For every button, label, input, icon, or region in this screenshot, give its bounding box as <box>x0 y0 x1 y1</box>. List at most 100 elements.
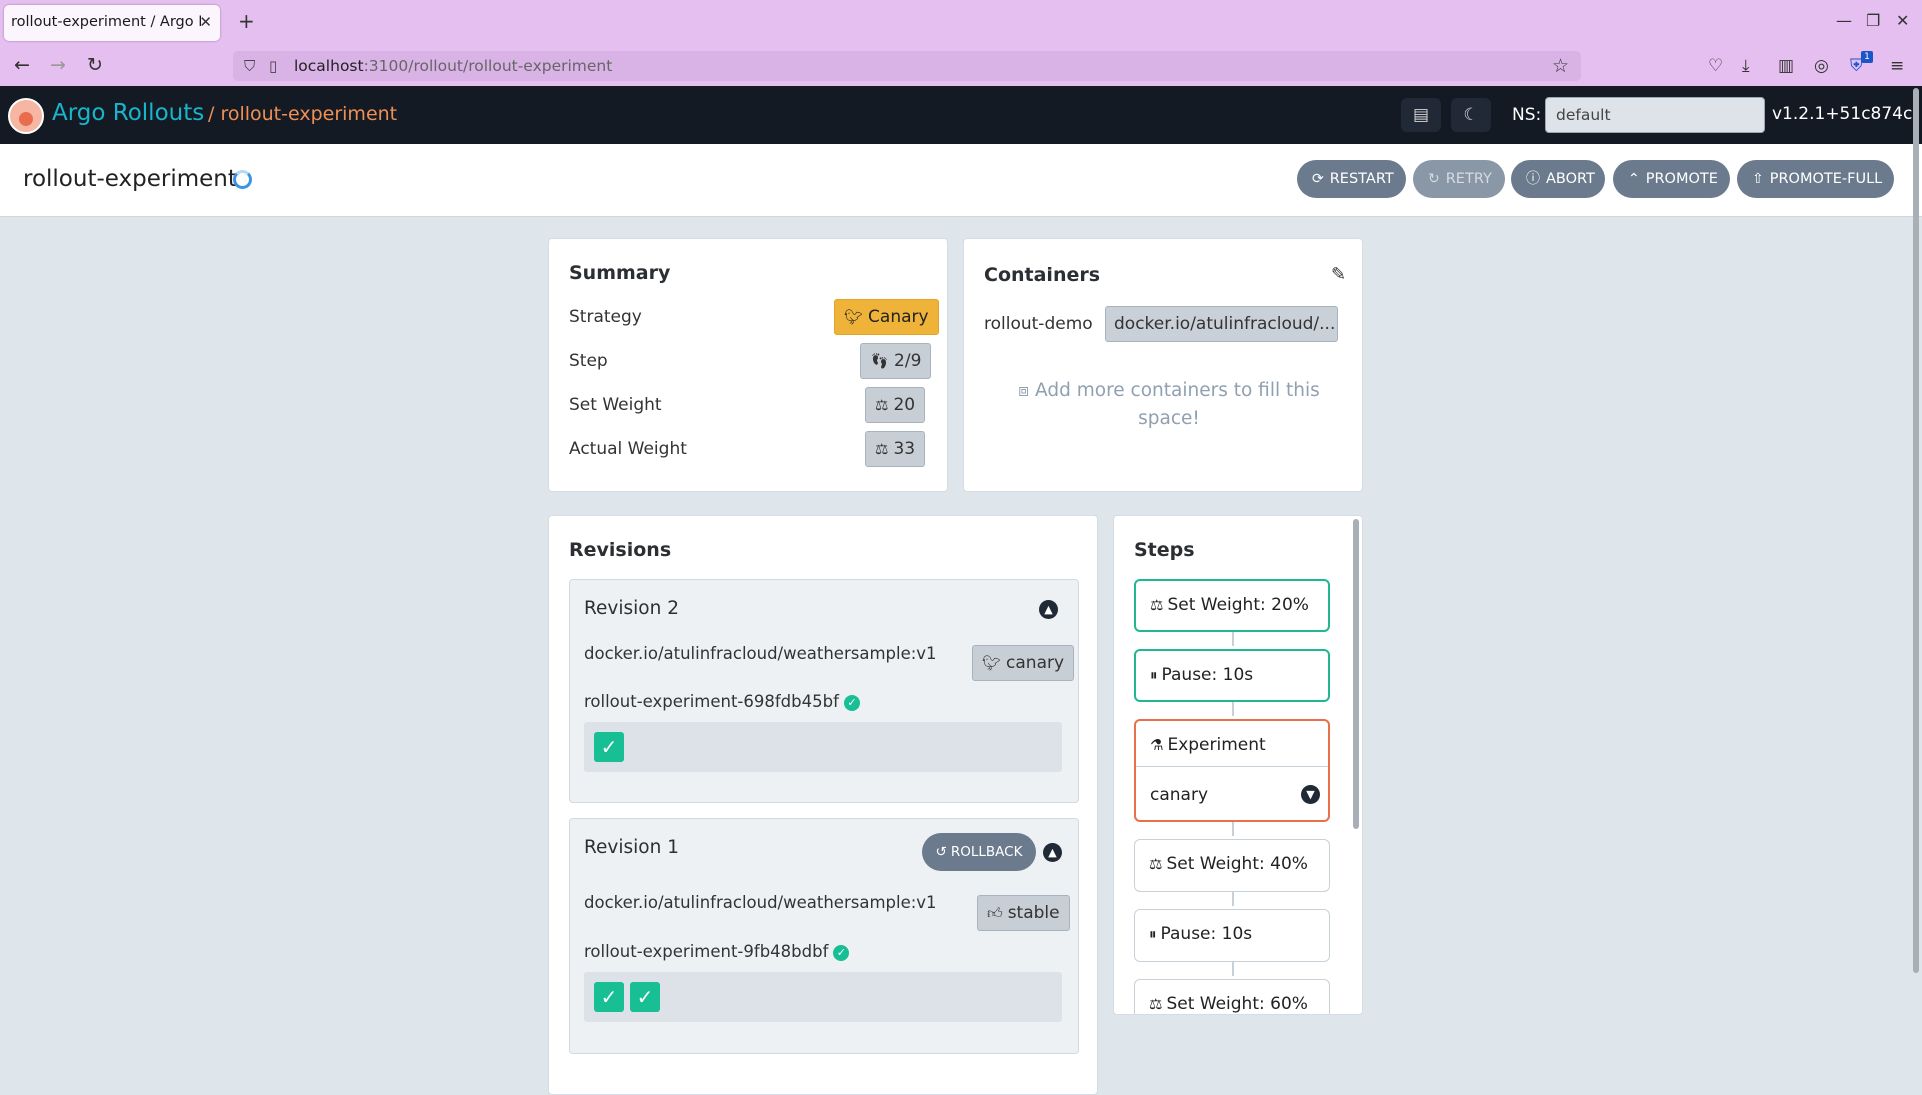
close-tab-icon[interactable]: ✕ <box>199 13 212 31</box>
stable-badge-label: stable <box>1007 903 1060 923</box>
step-label: Experiment <box>1167 735 1266 755</box>
revision-2-panel: Revision 2 ▲ docker.io/atulinfracloud/we… <box>569 579 1079 803</box>
replicaset-label: rollout-experiment-9fb48bdbf <box>584 942 829 961</box>
stable-badge: 👍︎ stable <box>977 895 1070 931</box>
shoe-prints-icon: 👣︎ <box>870 352 890 370</box>
set-weight-value: 20 <box>893 395 916 415</box>
progressing-spinner-icon <box>233 170 252 189</box>
chevron-up-circle-icon: ⌃ <box>1628 171 1640 187</box>
step-experiment[interactable]: ⚗ Experiment canary ▼ <box>1134 719 1330 822</box>
downloads-icon[interactable]: ⤓ <box>1742 56 1750 76</box>
arrow-up-circle-icon: ⇧ <box>1752 171 1764 187</box>
actual-weight-badge: ⚖ 33 <box>865 431 926 467</box>
thumbs-up-icon: 👍︎ <box>987 904 1003 922</box>
summary-title: Summary <box>569 262 671 284</box>
revisions-title: Revisions <box>569 539 672 561</box>
step-label: Pause: 10s <box>1160 924 1253 944</box>
step-connector <box>1232 702 1234 716</box>
dark-mode-icon[interactable]: ☾ <box>1451 98 1491 132</box>
tab-title: rollout-experiment / Argo Ro <box>11 14 201 30</box>
replicaset-name[interactable]: rollout-experiment-9fb48bdbf ✓ <box>584 942 850 961</box>
step-value: 2/9 <box>894 351 922 371</box>
abort-button[interactable]: ⓘ ABORT <box>1511 160 1605 198</box>
step-label: Set Weight: 20% <box>1167 595 1309 615</box>
chevron-up-icon[interactable]: ▲ <box>1039 600 1058 619</box>
pod-strip: ✓ ✓ <box>584 972 1062 1022</box>
pocket-icon[interactable]: ♡ <box>1708 56 1723 76</box>
step-set-weight-40[interactable]: ⚖ Set Weight: 40% <box>1134 839 1330 892</box>
sidebar-icon[interactable]: ▥ <box>1778 56 1794 76</box>
chevron-down-icon[interactable]: ▼ <box>1301 785 1320 804</box>
strategy-label: Strategy <box>569 307 642 327</box>
steps-scrollbar[interactable] <box>1353 519 1359 829</box>
url-bar[interactable]: ⛉ ▯ localhost:3100/rollout/rollout-exper… <box>233 51 1581 81</box>
restore-icon[interactable]: ❐ <box>1866 11 1880 30</box>
app-header: Argo Rollouts / rollout-experiment ▤ ☾ N… <box>0 86 1922 144</box>
step-label: Set Weight: 60% <box>1166 994 1308 1014</box>
experiment-template[interactable]: canary ▼ <box>1136 766 1328 805</box>
step-set-weight-20[interactable]: ⚖ Set Weight: 20% <box>1134 579 1330 632</box>
containers-title: Containers <box>984 264 1101 286</box>
bookmark-star-icon[interactable]: ☆ <box>1552 55 1569 77</box>
url-host: localhost <box>294 57 364 75</box>
check-circle-icon: ✓ <box>843 694 860 711</box>
pod-healthy-icon[interactable]: ✓ <box>630 982 660 1012</box>
set-weight-badge: ⚖ 20 <box>865 387 926 423</box>
refresh-icon: ⟳ <box>1312 171 1324 187</box>
rollback-button[interactable]: ↺ ROLLBACK <box>922 833 1036 871</box>
menu-icon[interactable]: ≡ <box>1890 56 1904 76</box>
shield-icon[interactable]: ⛉ <box>244 57 255 75</box>
step-badge: 👣︎ 2/9 <box>860 343 932 379</box>
url-text[interactable]: localhost:3100/rollout/rollout-experimen… <box>294 57 612 75</box>
retry-icon: ↻ <box>1428 171 1440 187</box>
strategy-badge: 🐦︎ Canary <box>834 299 939 335</box>
promote-full-button[interactable]: ⇧ PROMOTE-FULL <box>1737 160 1894 198</box>
canary-badge: 🐦︎ canary <box>972 645 1075 681</box>
balance-scale-icon: ⚖ <box>875 440 889 458</box>
tracking-icon[interactable]: ◎ <box>1814 56 1829 76</box>
restart-label: RESTART <box>1329 171 1394 187</box>
step-pause-10s[interactable]: ⏸ Pause: 10s <box>1134 909 1330 962</box>
pause-icon: ⏸ <box>1149 925 1157 943</box>
retry-button[interactable]: ↻ RETRY <box>1413 160 1505 198</box>
reload-icon[interactable]: ↻ <box>87 54 103 76</box>
browser-tab[interactable]: rollout-experiment / Argo Ro ✕ <box>4 5 220 41</box>
canary-badge-label: canary <box>1006 653 1065 673</box>
step-connector <box>1232 892 1234 906</box>
minimize-icon[interactable]: — <box>1836 11 1852 30</box>
extension-badge: 1 <box>1861 51 1873 63</box>
promote-button[interactable]: ⌃ PROMOTE <box>1613 160 1730 198</box>
browser-nav-bar: ← → ↻ ⛉ ▯ localhost:3100/rollout/rollout… <box>0 46 1922 86</box>
forward-icon[interactable]: → <box>50 54 66 76</box>
back-icon[interactable]: ← <box>14 54 30 76</box>
page-icon[interactable]: ▯ <box>269 57 277 75</box>
pod-healthy-icon[interactable]: ✓ <box>594 982 624 1012</box>
close-window-icon[interactable]: ✕ <box>1896 11 1909 30</box>
chevron-up-icon[interactable]: ▲ <box>1043 843 1062 862</box>
pod-healthy-icon[interactable]: ✓ <box>594 732 624 762</box>
version-label: v1.2.1+51c874c <box>1772 104 1913 124</box>
balance-scale-icon: ⚖ <box>875 396 889 414</box>
revision-1-panel: Revision 1 ↺ ROLLBACK ▲ docker.io/atulinf… <box>569 818 1079 1054</box>
docs-icon[interactable]: ▤ <box>1401 98 1441 132</box>
step-set-weight-60[interactable]: ⚖ Set Weight: 60% <box>1134 979 1330 1014</box>
rollout-header: rollout-experiment ⟳ RESTART ↻ RETRY ⓘ ABOR… <box>0 144 1922 217</box>
container-name: rollout-demo <box>984 314 1093 334</box>
page-scrollbar[interactable] <box>1913 88 1919 973</box>
container-image[interactable]: docker.io/atulinfracloud/... <box>1105 306 1338 342</box>
replicaset-name[interactable]: rollout-experiment-698fdb45bf ✓ <box>584 692 860 711</box>
app-title[interactable]: Argo Rollouts <box>52 100 204 126</box>
empty-message-text: Add more containers to fill this space! <box>1035 380 1320 429</box>
actual-weight-value: 33 <box>893 439 916 459</box>
restart-button[interactable]: ⟳ RESTART <box>1297 160 1406 198</box>
namespace-input[interactable] <box>1545 97 1765 133</box>
new-tab-icon[interactable]: + <box>238 9 255 33</box>
pencil-icon[interactable]: ✎ <box>1331 264 1346 285</box>
step-pause-10s[interactable]: ⏸ Pause: 10s <box>1134 649 1330 702</box>
step-connector <box>1232 822 1234 836</box>
argo-logo[interactable] <box>8 98 44 134</box>
revision-image: docker.io/atulinfracloud/weathersample:v… <box>584 893 937 912</box>
rollout-title: rollout-experiment <box>23 166 237 192</box>
rollback-label: ROLLBACK <box>950 844 1023 860</box>
experiment-template-label: canary <box>1150 785 1209 805</box>
